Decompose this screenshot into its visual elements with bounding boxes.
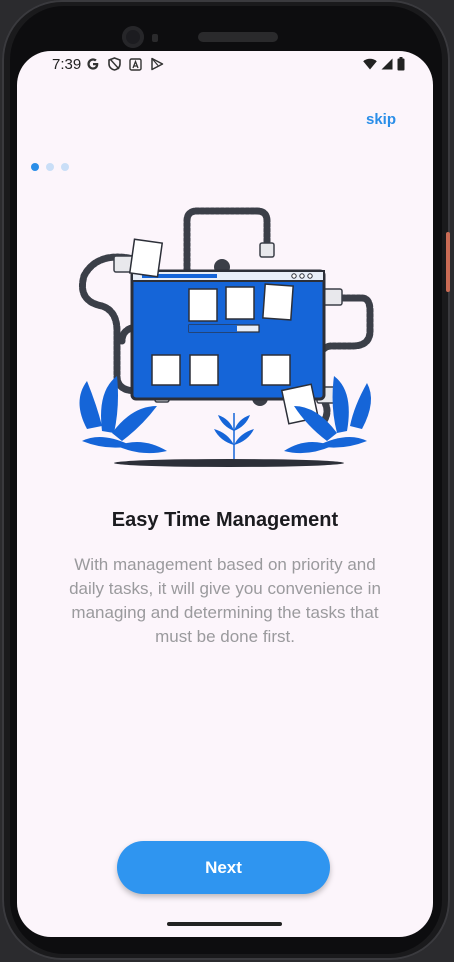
app-screen: 7:39 skip Easy Time Management With mana…	[17, 51, 433, 937]
gesture-home-bar[interactable]	[167, 922, 282, 926]
page-indicator	[31, 163, 69, 171]
onboarding-description: With management based on priority and da…	[69, 555, 381, 646]
skip-button[interactable]: skip	[366, 111, 396, 128]
notification-icons	[86, 57, 164, 71]
earpiece-speaker	[198, 32, 278, 42]
a-badge-icon	[129, 57, 142, 71]
sensor	[152, 34, 158, 42]
system-icons	[363, 57, 405, 71]
shield-icon	[108, 57, 121, 71]
onboarding-title: Easy Time Management	[111, 509, 339, 531]
play-store-icon	[151, 57, 164, 71]
time-management-illustration	[79, 207, 374, 467]
power-button[interactable]	[446, 232, 450, 292]
next-button[interactable]: Next	[117, 841, 330, 894]
front-camera	[122, 26, 144, 48]
page-dot-1[interactable]	[31, 163, 39, 171]
wifi-icon	[363, 58, 377, 70]
status-bar: 7:39	[17, 51, 433, 79]
status-time: 7:39	[52, 56, 82, 73]
page-dot-3[interactable]	[61, 163, 69, 171]
battery-icon	[397, 57, 405, 71]
google-g-icon	[87, 58, 99, 70]
signal-icon	[381, 58, 393, 70]
page-dot-2[interactable]	[46, 163, 54, 171]
